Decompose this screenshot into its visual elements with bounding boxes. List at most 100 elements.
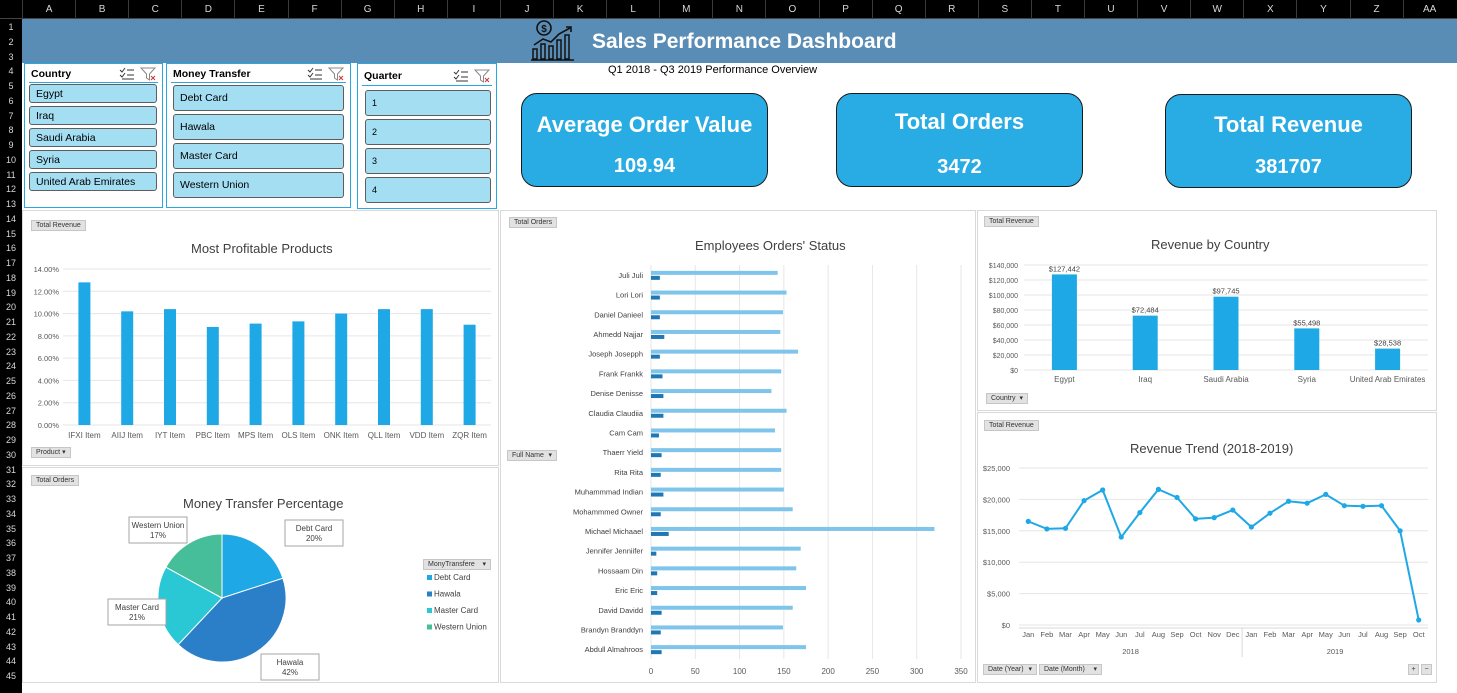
slicer-item-debt-card[interactable]: Debt Card [173, 85, 344, 111]
column-header[interactable]: A [22, 0, 75, 19]
slicer-item-q1[interactable]: 1 [365, 90, 491, 116]
row-header[interactable]: 16 [0, 243, 22, 253]
column-header[interactable]: I [446, 0, 500, 19]
row-header[interactable]: 41 [0, 612, 22, 622]
row-header[interactable]: 29 [0, 435, 22, 445]
column-header[interactable]: P [818, 0, 872, 19]
column-header[interactable]: K [553, 0, 606, 19]
row-header[interactable]: 11 [0, 170, 22, 180]
slicer-item-western-union[interactable]: Western Union [173, 172, 344, 198]
row-header[interactable]: 27 [0, 406, 22, 416]
column-header[interactable]: N [712, 0, 765, 19]
row-header[interactable]: 10 [0, 155, 22, 165]
column-header[interactable]: X [1243, 0, 1296, 19]
column-header[interactable]: W [1190, 0, 1243, 19]
row-header[interactable]: 39 [0, 583, 22, 593]
column-header[interactable]: J [499, 0, 553, 19]
row-header[interactable]: 4 [0, 66, 22, 76]
year-filter-button[interactable]: Date (Year) ▾ [983, 664, 1037, 675]
row-header[interactable]: 2 [0, 37, 22, 47]
slicer-item-egypt[interactable]: Egypt [29, 84, 157, 103]
row-header[interactable]: 20 [0, 302, 22, 312]
row-header[interactable]: 9 [0, 140, 22, 150]
row-header[interactable]: 45 [0, 671, 22, 681]
row-header[interactable]: 40 [0, 597, 22, 607]
row-header[interactable]: 3 [0, 52, 22, 62]
row-header[interactable]: 13 [0, 199, 22, 209]
row-header[interactable]: 24 [0, 361, 22, 371]
row-header[interactable]: 8 [0, 125, 22, 135]
row-header[interactable]: 32 [0, 479, 22, 489]
row-header[interactable]: 31 [0, 465, 22, 475]
column-header[interactable]: V [1137, 0, 1190, 19]
column-header[interactable]: T [1030, 0, 1084, 19]
month-filter-button[interactable]: Date (Month) ▾ [1039, 664, 1102, 675]
slicer-item-hawala[interactable]: Hawala [173, 114, 344, 140]
column-header[interactable]: H [393, 0, 447, 19]
row-header[interactable]: 17 [0, 258, 22, 268]
column-header[interactable]: G [340, 0, 394, 19]
legend-filter-button[interactable]: MonyTransfere ▾ [423, 559, 491, 570]
collapse-button[interactable]: − [1421, 664, 1432, 675]
row-header[interactable]: 30 [0, 450, 22, 460]
bar [651, 586, 806, 591]
multi-select-icon[interactable] [307, 67, 322, 80]
slicer-item-syria[interactable]: Syria [29, 150, 157, 169]
row-header[interactable]: 35 [0, 524, 22, 534]
full-name-filter-button[interactable]: Full Name ▾ [507, 450, 557, 461]
row-header[interactable]: 15 [0, 229, 22, 239]
column-header[interactable]: L [606, 0, 659, 19]
row-header[interactable]: 1 [0, 22, 22, 32]
row-header[interactable]: 12 [0, 184, 22, 194]
column-header[interactable]: F [287, 0, 341, 19]
column-header[interactable]: U [1084, 0, 1137, 19]
country-filter-button[interactable]: Country ▾ [986, 393, 1028, 404]
column-header[interactable]: C [128, 0, 181, 19]
row-header[interactable]: 36 [0, 538, 22, 548]
column-header[interactable]: AA [1402, 0, 1456, 19]
row-header[interactable]: 37 [0, 553, 22, 563]
column-header[interactable]: R [924, 0, 978, 19]
slicer-item-q2[interactable]: 2 [365, 119, 491, 145]
row-header[interactable]: 19 [0, 288, 22, 298]
row-header[interactable]: 22 [0, 332, 22, 342]
row-header[interactable]: 6 [0, 96, 22, 106]
column-header[interactable]: O [765, 0, 818, 19]
slicer-item-master-card[interactable]: Master Card [173, 143, 344, 169]
column-header[interactable]: D [181, 0, 234, 19]
row-header[interactable]: 34 [0, 509, 22, 519]
clear-filter-icon[interactable] [327, 67, 345, 81]
row-header[interactable]: 5 [0, 81, 22, 91]
column-header[interactable]: B [75, 0, 128, 19]
row-header[interactable]: 42 [0, 627, 22, 637]
row-header[interactable]: 44 [0, 656, 22, 666]
column-header[interactable]: Y [1296, 0, 1349, 19]
column-header[interactable]: S [977, 0, 1031, 19]
column-header[interactable]: Q [871, 0, 925, 19]
column-header[interactable]: M [659, 0, 712, 19]
slicer-item-uae[interactable]: United Arab Emirates [29, 172, 157, 191]
row-header[interactable]: 43 [0, 642, 22, 652]
row-header[interactable]: 26 [0, 391, 22, 401]
row-header[interactable]: 28 [0, 420, 22, 430]
slicer-item-iraq[interactable]: Iraq [29, 106, 157, 125]
clear-filter-icon[interactable] [139, 67, 157, 81]
multi-select-icon[interactable] [119, 67, 134, 80]
row-header[interactable]: 21 [0, 317, 22, 327]
row-header[interactable]: 25 [0, 376, 22, 386]
row-header[interactable]: 14 [0, 214, 22, 224]
row-header[interactable]: 18 [0, 273, 22, 283]
expand-button[interactable]: + [1408, 664, 1419, 675]
row-header[interactable]: 23 [0, 347, 22, 357]
row-header[interactable]: 7 [0, 111, 22, 121]
clear-filter-icon[interactable] [473, 69, 491, 83]
row-header[interactable]: 33 [0, 494, 22, 504]
column-header[interactable]: Z [1349, 0, 1403, 19]
product-filter-button[interactable]: Product ▾ [31, 447, 71, 458]
slicer-item-saudi-arabia[interactable]: Saudi Arabia [29, 128, 157, 147]
slicer-item-q3[interactable]: 3 [365, 148, 491, 174]
slicer-item-q4[interactable]: 4 [365, 177, 491, 203]
column-header[interactable]: E [234, 0, 287, 19]
multi-select-icon[interactable] [453, 69, 468, 82]
row-header[interactable]: 38 [0, 568, 22, 578]
